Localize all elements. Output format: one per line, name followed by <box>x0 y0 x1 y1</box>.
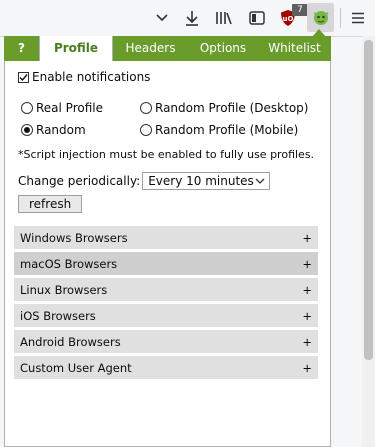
section-android-browsers[interactable]: Android Browsers + <box>14 330 318 353</box>
change-periodically-label: Change periodically: <box>18 174 141 188</box>
expand-toggle[interactable]: + <box>302 309 312 323</box>
radio-real-profile[interactable]: Real Profile <box>21 101 103 115</box>
radio-button[interactable] <box>140 124 152 136</box>
page-scrollbar-thumb[interactable] <box>364 40 373 360</box>
change-periodically-select[interactable]: Every 10 minutes <box>142 172 271 190</box>
section-custom-user-agent[interactable]: Custom User Agent + <box>14 356 318 379</box>
radio-random[interactable]: Random <box>21 123 86 137</box>
section-macos-browsers[interactable]: macOS Browsers + <box>14 252 318 275</box>
radio-random-mobile-label: Random Profile (Mobile) <box>155 123 299 137</box>
section-label: Android Browsers <box>20 334 121 349</box>
radio-button-selected[interactable] <box>21 124 33 136</box>
radio-random-mobile[interactable]: Random Profile (Mobile) <box>140 123 298 137</box>
radio-real-profile-label: Real Profile <box>36 101 103 115</box>
tab-options[interactable]: Options <box>188 36 258 61</box>
section-label: macOS Browsers <box>20 256 118 271</box>
section-label: Windows Browsers <box>20 230 128 245</box>
change-periodically-value: Every 10 minutes <box>148 174 254 188</box>
tab-help[interactable]: ? <box>4 36 39 61</box>
radio-button[interactable] <box>21 102 33 114</box>
refresh-row: refresh <box>18 195 83 213</box>
hamburger-menu-icon[interactable] <box>346 6 370 30</box>
refresh-button[interactable]: refresh <box>18 195 83 213</box>
tab-headers[interactable]: Headers <box>113 36 188 61</box>
enable-notifications-row[interactable]: Enable notifications <box>18 70 150 84</box>
section-label: Linux Browsers <box>20 282 108 297</box>
section-windows-browsers[interactable]: Windows Browsers + <box>14 226 318 249</box>
radio-random-label: Random <box>36 123 86 137</box>
change-periodically-row: Change periodically: Every 10 minutes <box>18 172 271 190</box>
svg-text:uO: uO <box>283 15 294 23</box>
radio-random-desktop-label: Random Profile (Desktop) <box>155 101 309 115</box>
user-agent-switcher-icon[interactable] <box>309 6 333 30</box>
expand-toggle[interactable]: + <box>302 257 312 271</box>
expand-toggle[interactable]: + <box>302 231 312 245</box>
expand-toggle[interactable]: + <box>302 361 312 375</box>
chevron-down-icon[interactable] <box>150 6 174 30</box>
radio-button[interactable] <box>140 102 152 114</box>
radio-dot <box>24 127 30 133</box>
library-icon[interactable] <box>212 6 236 30</box>
expand-toggle[interactable]: + <box>302 283 312 297</box>
section-label: Custom User Agent <box>20 360 132 375</box>
popup-tabs: ? Profile Headers Options Whitelist <box>4 36 331 61</box>
radio-random-desktop[interactable]: Random Profile (Desktop) <box>140 101 308 115</box>
sidebar-icon[interactable] <box>245 6 269 30</box>
expand-toggle[interactable]: + <box>302 335 312 349</box>
tab-whitelist[interactable]: Whitelist <box>258 36 331 61</box>
download-icon[interactable] <box>180 6 204 30</box>
checkmark-icon <box>19 73 28 81</box>
toolbar-separator <box>340 8 341 28</box>
section-label: iOS Browsers <box>20 308 96 323</box>
script-injection-note: *Script injection must be enabled to ful… <box>18 148 315 161</box>
enable-notifications-checkbox[interactable] <box>18 71 29 83</box>
chevron-down-icon <box>255 178 265 184</box>
tab-profile[interactable]: Profile <box>39 36 113 61</box>
section-linux-browsers[interactable]: Linux Browsers + <box>14 278 318 301</box>
ublock-badge: 7 <box>292 4 308 16</box>
enable-notifications-label: Enable notifications <box>32 70 151 84</box>
section-ios-browsers[interactable]: iOS Browsers + <box>14 304 318 327</box>
